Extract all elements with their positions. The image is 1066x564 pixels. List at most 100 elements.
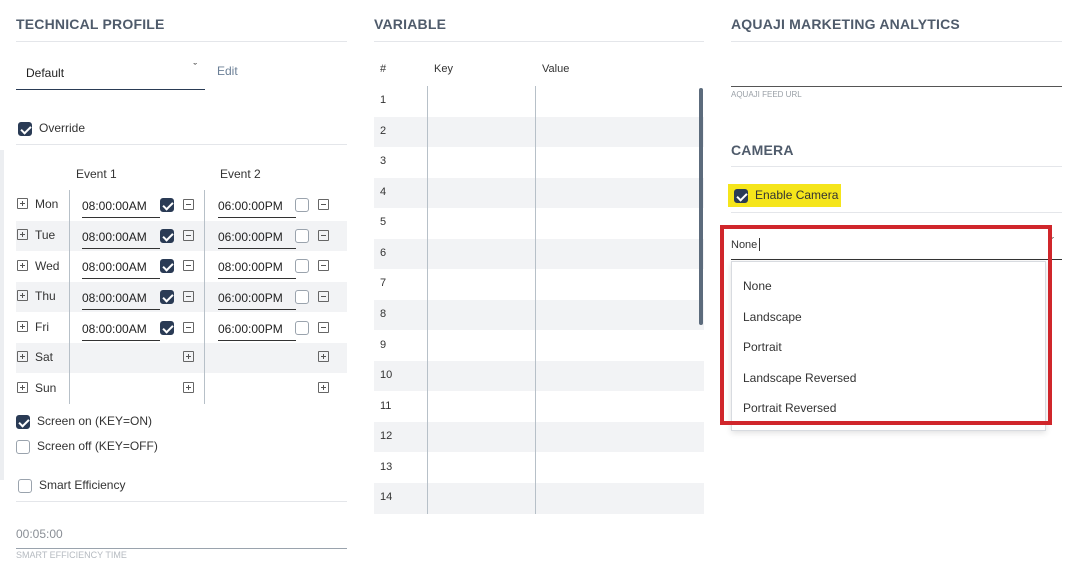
row-index: 3 (380, 155, 387, 167)
divider (16, 144, 347, 145)
expand-icon[interactable] (17, 229, 28, 240)
event2-time-input[interactable]: 06:00:00PM (218, 322, 296, 341)
row-index: 14 (380, 491, 393, 503)
event1-time-input[interactable]: 08:00:00AM (82, 230, 160, 249)
aquaji-feed-url-label: AQUAJI FEED URL (731, 90, 802, 99)
column-header-index: # (380, 63, 387, 75)
table-row: 13 (374, 453, 704, 483)
event1-time-input[interactable]: 08:00:00AM (82, 260, 160, 279)
expand-icon[interactable] (17, 260, 28, 271)
add-event-icon[interactable] (183, 351, 194, 362)
day-label: Sun (35, 381, 57, 395)
event1-checkbox[interactable] (160, 259, 174, 273)
table-row: 2 (374, 117, 704, 147)
remove-icon[interactable] (318, 291, 329, 302)
add-event-icon[interactable] (318, 351, 329, 362)
event2-checkbox[interactable] (295, 229, 309, 243)
row-index: 10 (380, 369, 393, 381)
divider (731, 166, 1062, 167)
column-divider (69, 190, 70, 404)
add-event-icon[interactable] (183, 382, 194, 393)
column-divider (427, 86, 428, 514)
divider (731, 212, 1062, 213)
expand-icon[interactable] (17, 321, 28, 332)
expand-icon[interactable] (17, 290, 28, 301)
annotation-highlight-box (720, 225, 1052, 425)
remove-icon[interactable] (183, 199, 194, 210)
event2-time-input[interactable]: 06:00:00PM (218, 230, 296, 249)
profile-select-value: Default (26, 66, 65, 80)
row-index: 13 (380, 461, 393, 473)
camera-title: CAMERA (731, 142, 794, 158)
row-index: 12 (380, 430, 393, 442)
event1-time-input[interactable]: 08:00:00AM (82, 199, 160, 218)
expand-icon[interactable] (17, 198, 28, 209)
row-index: 1 (380, 94, 387, 106)
edit-link[interactable]: Edit (217, 64, 238, 78)
event2-header: Event 2 (220, 167, 261, 181)
table-row: 10 (374, 361, 704, 391)
add-event-icon[interactable] (318, 382, 329, 393)
expand-icon[interactable] (17, 351, 28, 362)
screen-off-checkbox[interactable] (16, 440, 30, 454)
remove-icon[interactable] (318, 230, 329, 241)
chevron-down-icon: ˇ (193, 62, 197, 74)
table-scrollbar[interactable] (699, 88, 703, 325)
table-row: 3 (374, 147, 704, 177)
event1-time-input[interactable]: 08:00:00AM (82, 322, 160, 341)
event1-checkbox[interactable] (160, 290, 174, 304)
day-label: Mon (35, 197, 59, 211)
day-label: Thu (35, 289, 56, 303)
divider (16, 41, 347, 42)
event1-time-input[interactable]: 08:00:00AM (82, 291, 160, 310)
table-row: 11 (374, 392, 704, 422)
remove-icon[interactable] (183, 322, 194, 333)
remove-icon[interactable] (183, 260, 194, 271)
remove-icon[interactable] (318, 260, 329, 271)
event2-time-input[interactable]: 08:00:00PM (218, 260, 296, 279)
row-index: 11 (380, 400, 392, 412)
expand-icon[interactable] (17, 382, 28, 393)
day-label: Fri (35, 320, 49, 334)
table-row: 12 (374, 422, 704, 452)
table-row: 9 (374, 331, 704, 361)
variable-title: VARIABLE (374, 16, 447, 32)
event2-checkbox[interactable] (295, 259, 309, 273)
column-divider (204, 190, 205, 404)
event2-time-input[interactable]: 06:00:00PM (218, 291, 296, 310)
technical-profile-title: TECHNICAL PROFILE (16, 16, 165, 32)
smart-efficiency-time-value: 00:05:00 (16, 527, 63, 541)
event2-checkbox[interactable] (295, 290, 309, 304)
row-index: 5 (380, 216, 387, 228)
screen-on-checkbox[interactable] (16, 415, 30, 429)
scroll-track (0, 150, 4, 480)
column-header-value: Value (542, 63, 570, 75)
override-checkbox[interactable] (18, 122, 32, 136)
remove-icon[interactable] (318, 322, 329, 333)
schedule-row-band (16, 343, 347, 373)
table-row: 1 (374, 86, 704, 116)
override-label: Override (39, 121, 86, 135)
row-index: 2 (380, 125, 387, 137)
smart-efficiency-time-input[interactable]: 00:05:00 (16, 524, 347, 549)
smart-efficiency-checkbox[interactable] (18, 479, 32, 493)
remove-icon[interactable] (183, 291, 194, 302)
enable-camera-checkbox[interactable] (734, 189, 748, 203)
event1-checkbox[interactable] (160, 229, 174, 243)
profile-select[interactable]: Default ˇ (16, 58, 205, 90)
event1-checkbox[interactable] (160, 198, 174, 212)
remove-icon[interactable] (318, 199, 329, 210)
column-header-key: Key (434, 63, 453, 75)
table-row: 5 (374, 208, 704, 238)
day-label: Tue (35, 228, 56, 242)
event2-checkbox[interactable] (295, 321, 309, 335)
table-row: 6 (374, 239, 704, 269)
smart-efficiency-time-label: SMART EFFICIENCY TIME (16, 550, 127, 560)
event2-checkbox[interactable] (295, 198, 309, 212)
event1-checkbox[interactable] (160, 321, 174, 335)
divider (374, 41, 704, 42)
remove-icon[interactable] (183, 230, 194, 241)
aquaji-feed-url-input[interactable] (731, 58, 1062, 87)
screen-on-label: Screen on (KEY=ON) (37, 414, 153, 428)
event2-time-input[interactable]: 06:00:00PM (218, 199, 296, 218)
